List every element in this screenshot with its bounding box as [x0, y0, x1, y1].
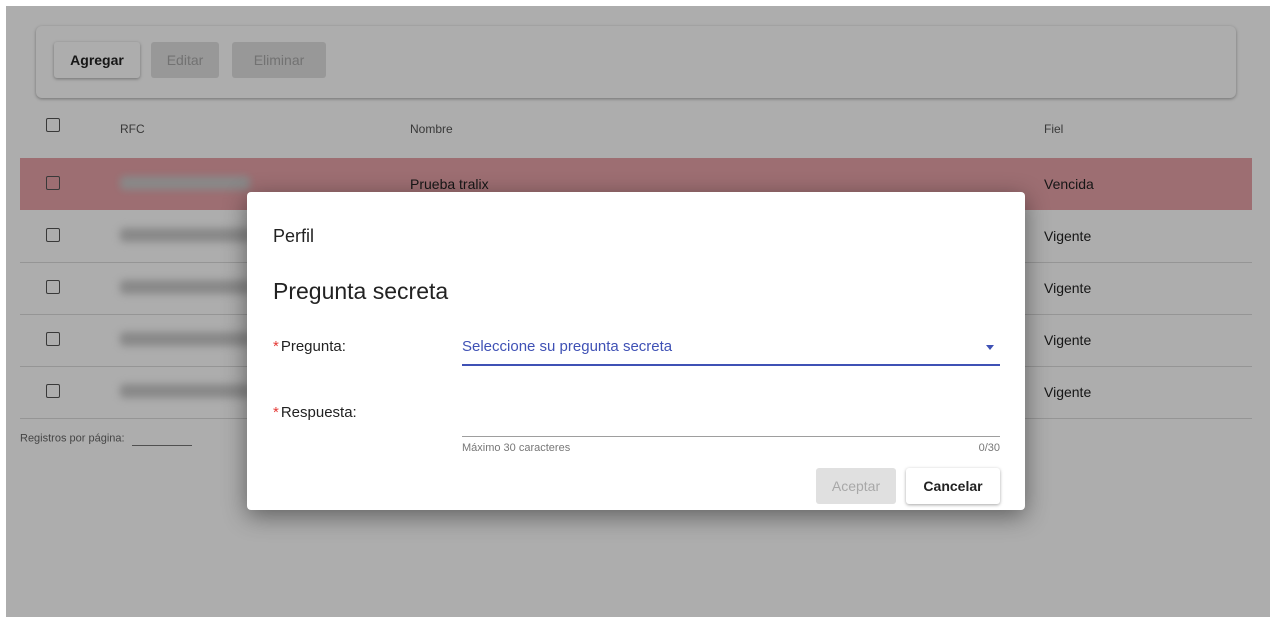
answer-char-counter: 0/30 [978, 442, 1000, 454]
answer-input[interactable] [462, 404, 1000, 437]
accept-button[interactable]: Aceptar [816, 468, 896, 504]
dialog-title: Perfil [273, 226, 315, 246]
answer-hint: Máximo 30 caracteres [462, 442, 571, 454]
app-window: Agregar Editar Eliminar RFC Nombre Fiel … [6, 6, 1270, 617]
answer-label: * Respuesta: [273, 404, 357, 421]
question-label: * Pregunta: [273, 338, 346, 355]
dialog-heading: Pregunta secreta [273, 278, 449, 304]
question-select-placeholder: Seleccione su pregunta secreta [462, 338, 673, 355]
required-asterisk: * [273, 338, 279, 355]
required-asterisk: * [273, 404, 279, 421]
cancel-button[interactable]: Cancelar [906, 468, 1000, 504]
question-select[interactable]: Seleccione su pregunta secreta [462, 330, 1000, 366]
dropdown-arrow-icon [986, 345, 994, 350]
secret-question-dialog: Perfil Pregunta secreta * Pregunta: Selec… [247, 192, 1025, 510]
